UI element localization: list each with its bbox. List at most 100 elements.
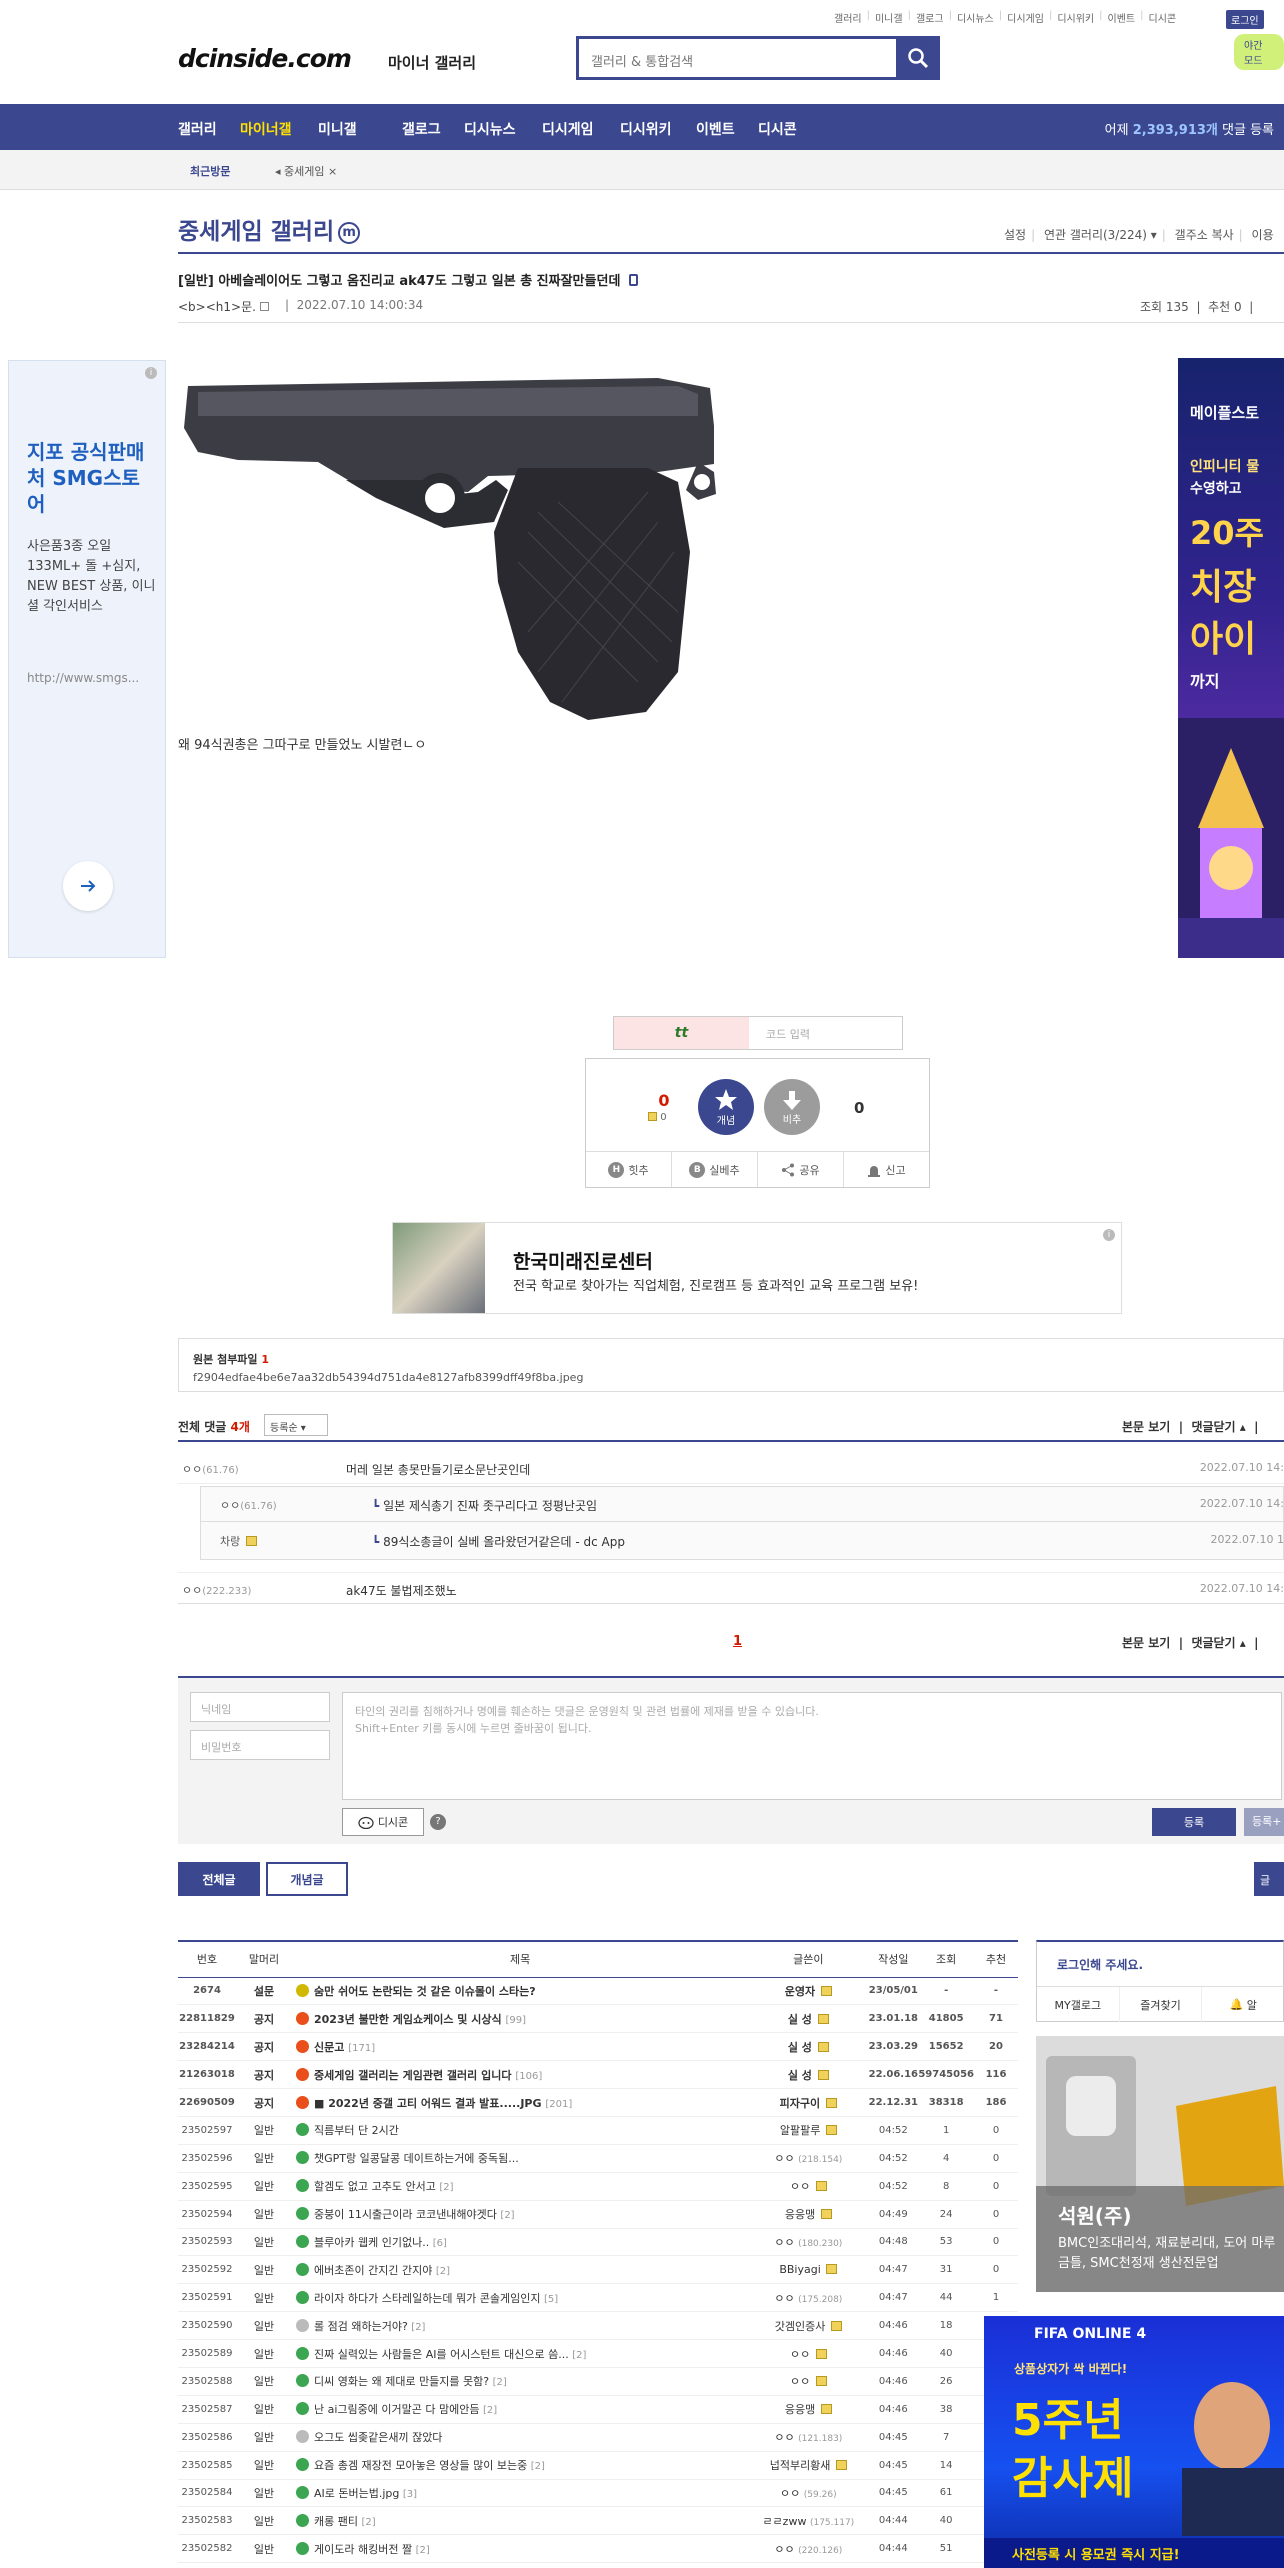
post-title-link[interactable]: 난 ai그림중에 이거말곤 다 맘에안듬 [2]: [292, 2395, 749, 2424]
comment-count-badge[interactable]: [99]: [505, 2015, 526, 2026]
post-writer[interactable]: ㅇㅇ (180.230): [748, 2228, 869, 2257]
recommend-button[interactable]: 개념: [698, 1079, 754, 1135]
share-button[interactable]: 공유: [758, 1152, 844, 1187]
attachment-file-link[interactable]: f2904edfae4be6e7aa32db54394d751da4e8127a…: [193, 1371, 583, 1384]
post-title-link[interactable]: 챗GPT랑 일콩달콩 데이트하는거에 중독됨...: [292, 2144, 749, 2173]
toplink-dcgame[interactable]: 디시게임: [1007, 10, 1044, 25]
toplink-event[interactable]: 이벤트: [1108, 10, 1136, 25]
toplink-minigall[interactable]: 미니갤: [875, 10, 903, 25]
post-title-link[interactable]: 숨만 쉬어도 논란되는 것 같은 이슈몰이 스타는?: [292, 1977, 749, 2006]
post-title-link[interactable]: 에버초존이 간지긴 간지야 [2]: [292, 2255, 749, 2285]
my-gallog-link[interactable]: MY갤로그: [1037, 1987, 1120, 2022]
comment-count-badge[interactable]: [171]: [348, 2043, 375, 2054]
post-writer[interactable]: ㅇㅇ (59.26): [748, 2479, 869, 2508]
view-body-button[interactable]: 본문 보기: [1122, 1420, 1170, 1434]
post-row[interactable]: 23502585 일반 요즘 총겜 재장전 모아놓은 영상들 많이 보는중 [2] 넙…: [178, 2451, 1018, 2480]
post-row[interactable]: 21263018 공지 중세게임 갤러리는 게임관련 갤러리 입니다 [106] 실 …: [178, 2060, 1018, 2090]
post-row[interactable]: 23502594 일반 중붕이 11시출근이라 코코낸내해야겟다 [2] 응응맹 04…: [178, 2200, 1018, 2229]
hit-recommend-button[interactable]: H 힛추: [586, 1152, 672, 1187]
post-title-link[interactable]: 디씨 영화는 왜 제대로 만들지를 못함? [2]: [292, 2367, 749, 2396]
post-row[interactable]: 23502587 일반 난 ai그림중에 이거말곤 다 맘에안듬 [2] 응응맹 04…: [178, 2395, 1018, 2424]
fifa-ad[interactable]: FIFA ONLINE 4 상품상자가 싹 바뀐다! 5주년 감사제 사전등록 …: [984, 2316, 1284, 2568]
copy-address-link[interactable]: 갤주소 복사: [1175, 228, 1234, 242]
nav-dccon[interactable]: 디시콘: [758, 119, 797, 139]
post-title-link[interactable]: 요즘 총겜 재장전 모아놓은 영상들 많이 보는중 [2]: [292, 2451, 749, 2480]
post-row[interactable]: 23502583 일반 캐롱 팬티 [2] ㄹㄹzww (175.117) 04:44 4…: [178, 2506, 1018, 2536]
favorites-link[interactable]: 즐겨찾기: [1120, 1987, 1203, 2022]
post-writer[interactable]: 피자구이: [748, 2088, 869, 2117]
nav-dcnews[interactable]: 디시뉴스: [464, 119, 516, 139]
post-row[interactable]: 22690509 공지 ■ 2022년 중갤 고티 어워드 결과 발표.....JP…: [178, 2088, 1018, 2117]
recent-visit-item[interactable]: ◂ 중세게임 ×: [275, 163, 337, 179]
nav-dcgame[interactable]: 디시게임: [542, 119, 594, 139]
toplink-gallog[interactable]: 갤로그: [916, 10, 944, 25]
post-row[interactable]: 2674 설문 숨만 쉬어도 논란되는 것 같은 이슈몰이 스타는? 운영자 23/…: [178, 1977, 1018, 2006]
post-title-link[interactable]: 신문고 [171]: [292, 2032, 749, 2062]
tab-all-posts[interactable]: 전체글: [178, 1862, 260, 1896]
post-title-link[interactable]: 게이도라 해킹버전 짤 [2]: [292, 2534, 749, 2564]
banner-ad[interactable]: 한국미래진로센터 전국 학교로 찾아가는 직업체험, 진로캠프 등 효과적인 교…: [392, 1222, 1122, 1314]
captcha-input[interactable]: 코드 입력: [766, 1026, 810, 1042]
comment-count-badge[interactable]: [2]: [531, 2461, 545, 2472]
post-writer[interactable]: 실 성: [748, 2060, 869, 2090]
comment-count-badge[interactable]: [6]: [433, 2238, 447, 2249]
submit-comment-button[interactable]: 등록: [1152, 1808, 1236, 1836]
gallery-title[interactable]: 중세게임 갤러리 m: [178, 212, 361, 246]
post-title-link[interactable]: 오그도 씹좆같은새끼 잖았다: [292, 2423, 749, 2452]
post-writer[interactable]: ㅇㅇ (175.208): [748, 2283, 869, 2313]
post-writer[interactable]: ㄹㄹzww (175.117): [748, 2506, 869, 2536]
comment-count-badge[interactable]: [5]: [544, 2294, 558, 2305]
comment-count-badge[interactable]: [2]: [416, 2545, 430, 2556]
related-gallery-dropdown[interactable]: 연관 갤러리(3/224) ▾: [1044, 228, 1157, 242]
view-body-button[interactable]: 본문 보기: [1122, 1636, 1170, 1650]
post-row[interactable]: 23502589 일반 진짜 실력있는 사람들은 AI를 어시스턴트 대신으로 씀.…: [178, 2339, 1018, 2368]
password-input[interactable]: 비밀번호: [190, 1730, 330, 1760]
post-writer[interactable]: ㅇㅇ: [748, 2339, 869, 2368]
best-recommend-button[interactable]: B 실베추: [672, 1152, 758, 1187]
right-side-ad[interactable]: 메이플스토 인피니티 물 수영하고 20주 치장 아이 까지: [1178, 358, 1284, 958]
post-writer[interactable]: 응응맹: [748, 2395, 869, 2424]
post-writer[interactable]: BBiyagi: [748, 2255, 869, 2285]
post-writer[interactable]: ㅇㅇ: [748, 2367, 869, 2396]
post-row[interactable]: 23502592 일반 에버초존이 간지긴 간지야 [2] BBiyagi 04:47…: [178, 2255, 1018, 2285]
comment-count-badge[interactable]: [2]: [361, 2517, 375, 2528]
close-comments-button[interactable]: 댓글닫기 ▴: [1191, 1420, 1245, 1434]
nav-minor-gallery[interactable]: 마이너갤: [240, 119, 292, 139]
downvote-button[interactable]: 비추: [764, 1079, 820, 1135]
nav-gallery[interactable]: 갤러리: [178, 119, 217, 139]
captcha-image[interactable]: tt: [614, 1017, 749, 1049]
post-title-link[interactable]: 직름부터 단 2시간: [292, 2116, 749, 2145]
post-row[interactable]: 23284214 공지 신문고 [171] 실 성 23.03.29 15652 20: [178, 2032, 1018, 2062]
comment-count-badge[interactable]: [2]: [500, 2210, 514, 2221]
left-ad-arrow-button[interactable]: [63, 861, 113, 911]
post-title-link[interactable]: 롤 점검 왜하는거야? [2]: [292, 2311, 749, 2341]
usage-link[interactable]: 이용: [1252, 228, 1274, 242]
login-message[interactable]: 로그인해 주세요.: [1057, 1956, 1143, 1973]
post-row[interactable]: 23502596 일반 챗GPT랑 일콩달콩 데이트하는거에 중독됨... ㅇㅇ (…: [178, 2144, 1018, 2173]
nav-mini-gallery[interactable]: 미니갤: [318, 119, 357, 139]
minor-gallery-label[interactable]: 마이너 갤러리: [388, 52, 476, 73]
post-row[interactable]: 23502588 일반 디씨 영화는 왜 제대로 만들지를 못함? [2] ㅇㅇ 04…: [178, 2367, 1018, 2396]
post-title-link[interactable]: ■ 2022년 중갤 고티 어워드 결과 발표.....JPG [201]: [292, 2088, 749, 2117]
ad-info-icon[interactable]: i: [1103, 1229, 1115, 1241]
comment-count-badge[interactable]: [2]: [483, 2405, 497, 2416]
post-row[interactable]: 23502584 일반 AI로 돈버는법.jpg [3] ㅇㅇ (59.26) 04:4…: [178, 2479, 1018, 2508]
site-logo[interactable]: dcinside.com: [178, 44, 352, 73]
login-button[interactable]: 로그인: [1226, 10, 1264, 29]
post-writer[interactable]: <b><h1>문.: [178, 298, 269, 315]
post-row[interactable]: 23502591 일반 라이자 하다가 스타레일하는데 뭐가 콘솔게임인지 [5] ㅇ…: [178, 2283, 1018, 2313]
post-writer[interactable]: 운영자: [748, 1977, 869, 2006]
post-row[interactable]: 23502595 일반 할겜도 없고 고추도 안서고 [2] ㅇㅇ 04:52 8 0: [178, 2172, 1018, 2201]
nav-dcwiki[interactable]: 디시위키: [620, 119, 672, 139]
night-mode-button[interactable]: 야간 모드: [1234, 34, 1284, 70]
left-side-ad[interactable]: i 지포 공식판매처 SMG스토어 사은품3종 오일133ML+ 돌 +심지, …: [8, 360, 166, 958]
post-writer[interactable]: 응응맹: [748, 2200, 869, 2229]
post-title-link[interactable]: 할겜도 없고 고추도 안서고 [2]: [292, 2172, 749, 2201]
help-icon[interactable]: ?: [430, 1814, 446, 1830]
tab-best-posts[interactable]: 개념글: [266, 1862, 348, 1896]
submit-plus-button[interactable]: 등록+: [1244, 1808, 1284, 1836]
post-title-link[interactable]: 진짜 실력있는 사람들은 AI를 어시스턴트 대신으로 씀... [2]: [292, 2339, 749, 2368]
post-writer[interactable]: 갓겜인증사: [748, 2311, 869, 2341]
nickname-input[interactable]: 닉네임: [190, 1692, 330, 1722]
close-comments-button[interactable]: 댓글닫기 ▴: [1191, 1636, 1245, 1650]
